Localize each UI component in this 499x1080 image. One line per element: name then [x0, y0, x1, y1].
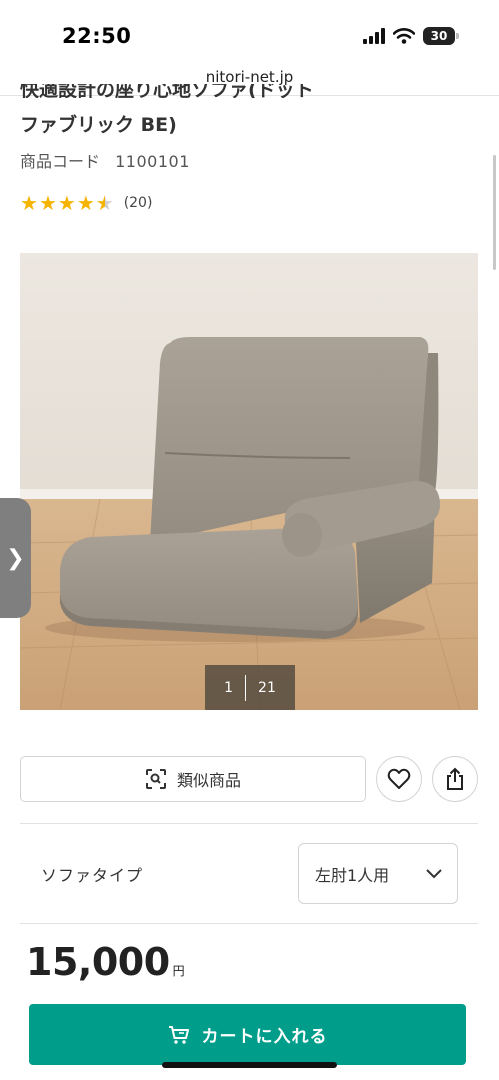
divider [20, 923, 478, 924]
product-title-line1-clipped: 快適設計の座り心地ソファ(ドット [20, 84, 314, 98]
status-bar: 22:50 30 [0, 0, 499, 62]
review-count[interactable]: (20) [124, 195, 153, 211]
similar-products-button[interactable]: 類似商品 [20, 756, 366, 802]
battery-icon: 30 [423, 27, 459, 45]
status-icons: 30 [363, 27, 459, 45]
sofa-type-label: ソファタイプ [41, 866, 144, 885]
star-icon: ★ [76, 191, 95, 215]
star-half-icon: ★ [95, 191, 114, 215]
signal-icon [363, 28, 385, 44]
wifi-icon [393, 28, 415, 44]
product-image[interactable]: 1 21 [20, 253, 478, 710]
product-title: ファブリック BE) [20, 114, 177, 136]
pager-current: 1 [224, 679, 234, 696]
product-code-value: 1100101 [115, 152, 190, 171]
divider [20, 823, 478, 824]
image-search-icon [145, 769, 166, 789]
share-icon [447, 767, 463, 790]
side-panel-tab[interactable]: ❯ [0, 498, 31, 618]
heart-icon [387, 768, 411, 789]
pager-separator [245, 674, 247, 701]
price: 15,000 円 [26, 940, 185, 984]
favorite-button[interactable] [376, 756, 422, 802]
page-scrollbar[interactable] [493, 155, 496, 270]
price-amount: 15,000 [26, 940, 170, 984]
price-currency: 円 [172, 964, 185, 978]
add-to-cart-button[interactable]: カートに入れる [29, 1004, 466, 1065]
rating-stars: ★ ★ ★ ★ ★ [20, 192, 114, 214]
product-code: 商品コード 1100101 [20, 148, 190, 172]
chevron-right-icon: ❯ [6, 545, 25, 571]
sofa-type-value: 左肘1人用 [315, 865, 390, 885]
chevron-down-icon [426, 869, 442, 879]
cart-icon [168, 1025, 189, 1044]
sofa-illustration [20, 253, 478, 710]
clock: 22:50 [62, 24, 132, 48]
sofa-type-select[interactable]: 左肘1人用 [298, 843, 458, 904]
product-code-label: 商品コード [20, 152, 101, 171]
similar-products-label: 類似商品 [176, 771, 241, 790]
star-icon: ★ [20, 191, 38, 215]
image-pager: 1 21 [205, 665, 295, 710]
pager-total: 21 [258, 679, 276, 696]
rating-row[interactable]: ★ ★ ★ ★ ★ (20) [20, 192, 152, 214]
share-button[interactable] [432, 756, 478, 802]
home-indicator[interactable] [162, 1062, 337, 1068]
star-icon: ★ [38, 191, 57, 215]
add-to-cart-label: カートに入れる [201, 1027, 328, 1047]
star-icon: ★ [57, 191, 76, 215]
